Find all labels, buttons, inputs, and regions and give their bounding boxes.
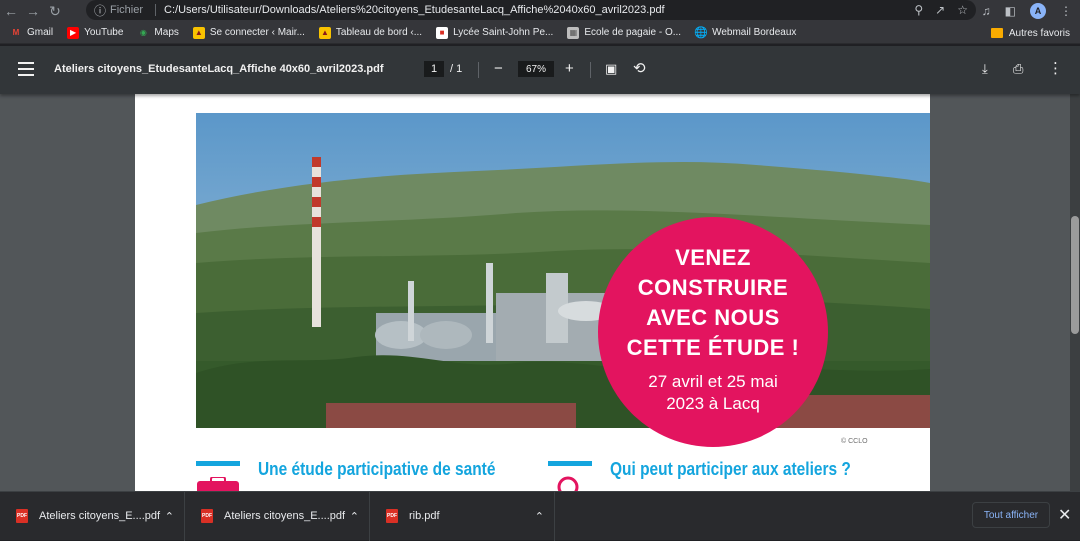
document-title: Ateliers citoyens_EtudesanteLacq_Affiche…	[54, 63, 384, 75]
reload-icon[interactable]: ↻	[44, 0, 66, 22]
badge-line: VENEZ	[675, 245, 751, 270]
toolbar-separator	[478, 62, 479, 78]
scrollbar-thumb[interactable]	[1071, 216, 1079, 334]
forward-arrow-icon[interactable]: →	[22, 0, 44, 22]
show-all-downloads-button[interactable]: Tout afficher	[972, 502, 1050, 528]
section-title-who-can-participate: Qui peut participer aux ateliers ?	[610, 459, 851, 479]
bookmark-label: Gmail	[27, 27, 54, 38]
badge-date-line: 27 avril et 25 mai	[648, 372, 778, 391]
page-number-input[interactable]: 1	[424, 61, 444, 77]
folder-icon	[990, 28, 1003, 38]
badge-date-line: 2023 à Lacq	[666, 394, 760, 413]
badge-line: CETTE ÉTUDE !	[626, 335, 800, 360]
badge-line: CONSTRUIRE	[637, 275, 789, 300]
download-item[interactable]: PDF rib.pdf ⌃	[370, 491, 555, 541]
person-icon	[557, 476, 579, 491]
close-icon[interactable]: ✕	[1058, 505, 1071, 525]
browser-actions: ♫ ◧ A ⋮	[982, 0, 1072, 22]
bookmark-ecole-pagaie[interactable]: ▦ Ecole de pagaie - O...	[567, 26, 682, 39]
bookmark-label: YouTube	[84, 27, 124, 38]
crest-icon: ▲	[192, 26, 205, 39]
url-text[interactable]: C:/Users/Utilisateur/Downloads/Ateliers%…	[164, 4, 665, 16]
browser-toolbar: ← → ↻ ⓘ Fichier C:/Users/Utilisateur/Dow…	[0, 0, 1080, 22]
back-arrow-icon[interactable]: ←	[0, 0, 22, 22]
address-bar[interactable]: ⓘ Fichier C:/Users/Utilisateur/Downloads…	[86, 0, 976, 20]
bookmark-label: Ecole de pagaie - O...	[584, 27, 682, 38]
bookmark-label: Tableau de bord ‹...	[335, 27, 423, 38]
badge-dates: 27 avril et 25 mai 2023 à Lacq	[598, 371, 828, 415]
zoom-icon[interactable]: ⚲	[914, 3, 923, 17]
info-icon[interactable]: ⓘ	[94, 2, 106, 19]
scheme-label: Fichier	[110, 4, 144, 16]
zoom-input[interactable]: 67%	[518, 61, 554, 77]
bookmark-star-icon[interactable]: ☆	[957, 3, 968, 17]
bookmark-mairie-login[interactable]: ▲ Se connecter ‹ Mair...	[192, 26, 305, 39]
maps-icon: ◉	[139, 28, 147, 37]
vertical-scrollbar[interactable]	[1070, 94, 1080, 491]
share-icon[interactable]: ↗	[935, 3, 945, 17]
side-panel-icon[interactable]: ◧	[1005, 4, 1016, 18]
chevron-up-icon[interactable]: ⌃	[165, 510, 174, 523]
pdf-toolbar: Ateliers citoyens_EtudesanteLacq_Affiche…	[0, 46, 1080, 94]
page-total: / 1	[450, 63, 463, 75]
other-bookmarks-label: Autres favoris	[1008, 27, 1070, 39]
more-options-icon[interactable]: ⋮	[1048, 59, 1063, 79]
bookmark-label: Maps	[154, 27, 179, 38]
bookmark-label: Webmail Bordeaux	[712, 27, 797, 38]
zoom-in-icon[interactable]: +	[565, 59, 574, 79]
crest-icon: ▲	[318, 26, 331, 39]
download-item[interactable]: PDF Ateliers citoyens_E....pdf ⌃	[185, 491, 370, 541]
badge-line: AVEC NOUS	[646, 305, 780, 330]
omnibox-actions: ⚲ ↗ ☆	[914, 0, 968, 20]
event-badge: VENEZ CONSTRUIRE AVEC NOUS CETTE ÉTUDE !…	[598, 217, 828, 447]
menu-icon[interactable]	[18, 62, 34, 76]
section-accent-bar	[548, 461, 592, 466]
image-icon: ▦	[567, 26, 580, 39]
pdf-file-icon: PDF	[386, 509, 398, 523]
bookmark-lycee[interactable]: ■ Lycée Saint-John Pe...	[436, 26, 554, 39]
download-item[interactable]: PDF Ateliers citoyens_E....pdf ⌃	[0, 491, 185, 541]
photo-credit: © CCLO	[841, 438, 868, 445]
download-filename: Ateliers citoyens_E....pdf	[39, 510, 161, 522]
school-icon: ■	[436, 26, 449, 39]
rotate-icon[interactable]: ⟲	[633, 59, 646, 79]
bookmark-gmail[interactable]: M Gmail	[10, 27, 53, 39]
bookmark-webmail[interactable]: 🌐 Webmail Bordeaux	[694, 27, 797, 39]
toolbar-separator	[590, 62, 591, 78]
print-icon[interactable]: ⎙	[1013, 59, 1023, 79]
pdf-file-icon: PDF	[16, 509, 28, 523]
youtube-icon: ▶	[67, 26, 80, 39]
other-bookmarks[interactable]: Autres favoris	[990, 22, 1070, 44]
download-filename: Ateliers citoyens_E....pdf	[224, 510, 346, 522]
pdf-file-icon: PDF	[201, 509, 213, 523]
bookmark-youtube[interactable]: ▶ YouTube	[67, 26, 124, 39]
chevron-up-icon[interactable]: ⌃	[535, 510, 544, 523]
gmail-icon: M	[12, 28, 20, 37]
bookmark-label: Se connecter ‹ Mair...	[209, 27, 305, 38]
download-icon[interactable]: ⤓	[982, 59, 988, 79]
media-control-icon[interactable]: ♫	[982, 4, 991, 18]
badge-headline: VENEZ CONSTRUIRE AVEC NOUS CETTE ÉTUDE !	[598, 243, 828, 363]
bookmarks-bar: M Gmail ▶ YouTube ◉ Maps ▲ Se connecter …	[0, 22, 1080, 44]
pdf-viewport[interactable]: VENEZ CONSTRUIRE AVEC NOUS CETTE ÉTUDE !…	[0, 94, 1080, 491]
bookmark-label: Lycée Saint-John Pe...	[453, 27, 554, 38]
section-title-participative-study: Une étude participative de santé	[258, 459, 496, 479]
kebab-menu-icon[interactable]: ⋮	[1060, 4, 1072, 18]
section-accent-bar	[196, 461, 240, 466]
bookmark-maps[interactable]: ◉ Maps	[137, 27, 179, 39]
fit-page-icon[interactable]: ▣	[605, 59, 617, 79]
zoom-out-icon[interactable]: −	[494, 59, 503, 79]
globe-icon: 🌐	[694, 27, 708, 39]
briefcase-icon	[197, 477, 239, 491]
pdf-page: VENEZ CONSTRUIRE AVEC NOUS CETTE ÉTUDE !…	[135, 94, 930, 491]
download-filename: rib.pdf	[409, 510, 440, 522]
omnibox-separator	[155, 4, 157, 16]
chevron-up-icon[interactable]: ⌃	[350, 510, 359, 523]
avatar[interactable]: A	[1030, 3, 1046, 19]
download-shelf: PDF Ateliers citoyens_E....pdf ⌃ PDF Ate…	[0, 491, 1080, 541]
bookmark-dashboard[interactable]: ▲ Tableau de bord ‹...	[318, 26, 423, 39]
